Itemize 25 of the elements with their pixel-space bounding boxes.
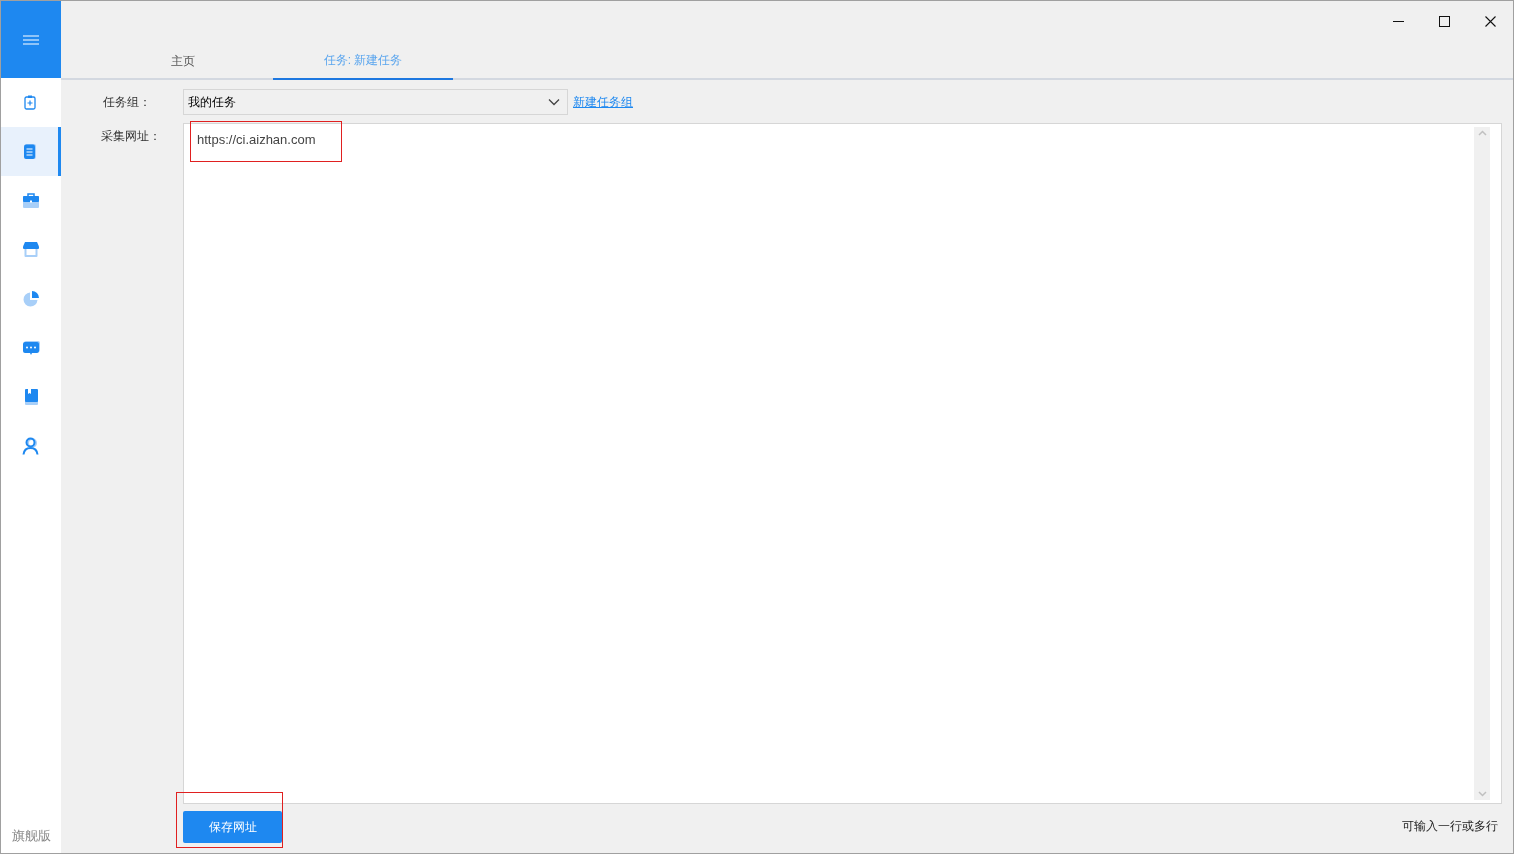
storefront-icon: [22, 240, 40, 259]
url-text: https://ci.aizhan.com: [197, 131, 316, 149]
tab[interactable]: 主页: [93, 41, 273, 80]
sidebar-item[interactable]: [1, 127, 61, 176]
url-textarea[interactable]: https://ci.aizhan.com: [183, 123, 1502, 804]
chevron-down-icon: [548, 98, 560, 106]
book-icon: [22, 387, 40, 406]
pie-chart-icon: [22, 289, 40, 308]
close-icon: [1484, 15, 1496, 27]
edition-label: 旗舰版: [10, 826, 52, 845]
briefcase-icon: [22, 191, 40, 210]
task-group-dropdown[interactable]: 我的任务: [183, 89, 568, 115]
menu-button[interactable]: [1, 1, 61, 78]
url-label: 采集网址：: [100, 128, 161, 143]
maximize-icon: [1438, 15, 1450, 27]
scrollbar[interactable]: [1474, 127, 1490, 800]
scroll-down-icon[interactable]: [1477, 791, 1487, 797]
chat-bubble-icon: [22, 338, 40, 357]
menu-icon: [23, 34, 39, 45]
scroll-up-icon[interactable]: [1477, 130, 1487, 136]
task-group-label: 任务组：: [102, 94, 152, 111]
user-icon: [22, 436, 40, 455]
save-url-button[interactable]: 保存网址: [183, 811, 282, 843]
hint-text: 可输入一行或多行: [1402, 818, 1498, 833]
dropdown-value: 我的任务: [188, 94, 237, 111]
